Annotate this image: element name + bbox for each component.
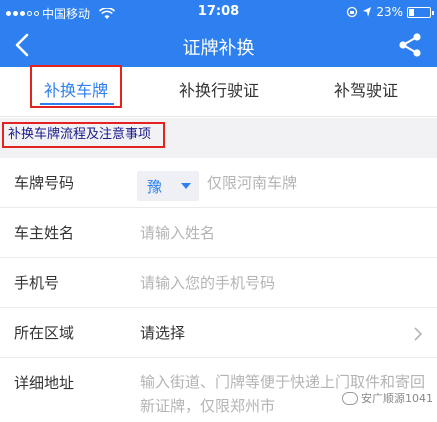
phone-input[interactable]: 请输入您的手机号码 xyxy=(140,272,275,293)
region-select[interactable]: 请选择 xyxy=(140,322,185,343)
owner-name-row: 车主姓名 请输入姓名 xyxy=(0,208,437,258)
rotation-lock-icon xyxy=(347,6,358,18)
plate-number-label: 车牌号码 xyxy=(14,174,75,192)
plate-number-input[interactable]: 仅限河南车牌 xyxy=(207,172,297,193)
owner-name-label: 车主姓名 xyxy=(14,224,75,242)
battery-icon xyxy=(407,6,434,18)
process-notice-link[interactable]: 补换车牌流程及注意事项 xyxy=(2,122,165,148)
page-title: 证牌补换 xyxy=(182,38,255,59)
status-right: 23% xyxy=(346,5,434,19)
battery-level xyxy=(409,8,414,16)
battery-percent: 23% xyxy=(376,5,403,19)
plate-number-row: 车牌号码 豫 仅限河南车牌 xyxy=(0,158,437,208)
chat-bubble-icon xyxy=(342,391,358,405)
phone-label: 手机号 xyxy=(14,274,60,292)
watermark-text: 安广顺源1041 xyxy=(361,392,433,405)
chevron-right-icon xyxy=(414,327,423,341)
province-select[interactable]: 豫 xyxy=(137,171,199,201)
tab-replace-driving-license[interactable]: 补换行驶证 xyxy=(166,67,272,117)
app-header: 中国移动 17:08 23% 证牌补换 xyxy=(0,0,437,67)
tab-highlight-box xyxy=(30,65,122,108)
phone-row: 手机号 请输入您的手机号码 xyxy=(0,258,437,308)
address-label: 详细地址 xyxy=(14,374,75,392)
tab-replace-drivers-license[interactable]: 补驾驶证 xyxy=(320,67,412,117)
status-bar: 中国移动 17:08 23% xyxy=(0,0,437,24)
location-icon xyxy=(363,7,372,17)
province-value: 豫 xyxy=(147,178,163,196)
watermark: 安广顺源1041 xyxy=(342,390,433,406)
nav-bar: 证牌补换 xyxy=(0,24,437,67)
region-label: 所在区域 xyxy=(14,324,75,342)
share-icon[interactable] xyxy=(397,32,423,58)
region-row[interactable]: 所在区域 请选择 xyxy=(0,308,437,358)
dropdown-caret-icon xyxy=(181,183,191,189)
owner-name-input[interactable]: 请输入姓名 xyxy=(140,222,215,243)
